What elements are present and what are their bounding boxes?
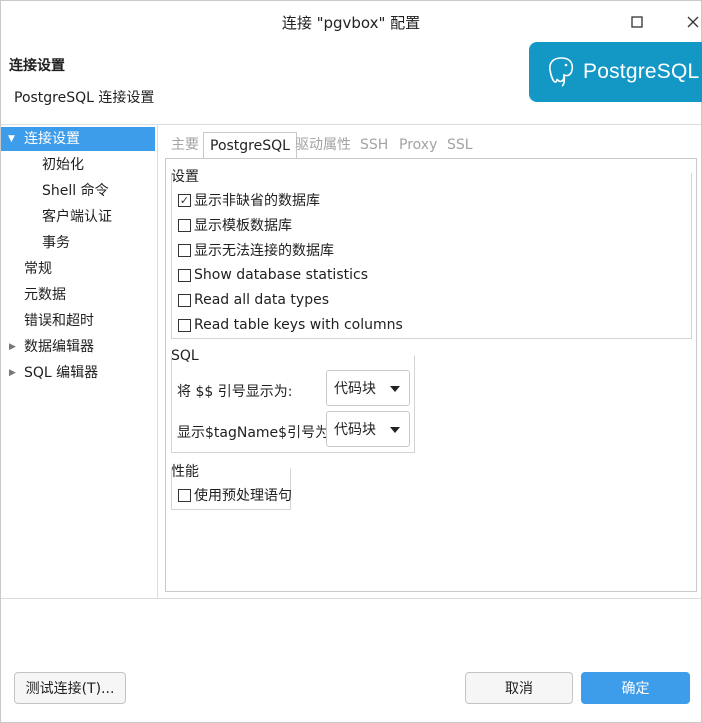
tree-item-data-editor[interactable]: ▶ 数据编辑器 — [1, 335, 155, 359]
tree-item-label: Shell 命令 — [42, 183, 109, 199]
tree-item-errors-timeouts[interactable]: 错误和超时 — [24, 309, 94, 333]
tab-proxy[interactable]: Proxy — [399, 132, 437, 158]
expand-arrow-icon[interactable]: ▶ — [9, 361, 16, 385]
tree-item-client-auth[interactable]: 客户端认证 — [42, 205, 112, 229]
tree-item-sql-editor[interactable]: ▶ SQL 编辑器 — [1, 361, 155, 385]
tree-item-label: 客户端认证 — [42, 209, 112, 225]
window-title: 连接 "pgvbox" 配置 — [281, 14, 421, 32]
tag-quote-select[interactable]: 代码块 — [326, 411, 410, 447]
dollar-quote-label: 将 $$ 引号显示为: — [177, 384, 293, 400]
tree-item-label: SQL 编辑器 — [24, 365, 99, 381]
tree-item-label: 元数据 — [24, 287, 66, 303]
title-bar: 连接 "pgvbox" 配置 — [1, 1, 701, 43]
option-label: Read all data types — [194, 292, 329, 308]
tab-driver-properties[interactable]: 驱动属性 — [295, 132, 351, 158]
dialog-window: 连接 "pgvbox" 配置 连接设置 PostgreSQL 连接设置 Post… — [0, 0, 702, 723]
option-show-db-statistics[interactable]: Show database statistics — [178, 264, 368, 286]
option-use-prepared-statements[interactable]: 使用预处理语句 — [178, 484, 292, 506]
option-show-template-db[interactable]: 显示模板数据库 — [178, 214, 292, 236]
option-label: 使用预处理语句 — [194, 488, 292, 504]
option-read-table-keys[interactable]: Read table keys with columns — [178, 314, 403, 336]
checkbox-checked-icon[interactable]: ✓ — [178, 193, 191, 207]
checkbox-icon[interactable] — [178, 268, 191, 282]
checkbox-icon[interactable] — [178, 243, 191, 257]
option-label: 显示模板数据库 — [194, 218, 292, 234]
tab-ssl[interactable]: SSL — [447, 132, 473, 158]
ok-button[interactable]: 确定 — [581, 672, 690, 704]
select-value: 代码块 — [334, 422, 376, 438]
tree-item-label: 连接设置 — [24, 131, 80, 147]
expand-arrow-icon[interactable]: ▶ — [9, 335, 16, 359]
tree-item-metadata[interactable]: 元数据 — [24, 283, 66, 307]
minimize-icon[interactable] — [625, 10, 649, 34]
option-label: Read table keys with columns — [194, 317, 403, 333]
select-value: 代码块 — [334, 381, 376, 397]
option-label: 显示无法连接的数据库 — [194, 243, 334, 259]
cancel-button[interactable]: 取消 — [465, 672, 573, 704]
postgresql-logo: PostgreSQL — [529, 42, 702, 102]
tree-item-connection-settings[interactable]: ▼ 连接设置 — [1, 127, 155, 151]
logo-text: PostgreSQL — [583, 60, 700, 83]
tab-ssh[interactable]: SSH — [360, 132, 388, 158]
checkbox-icon[interactable] — [178, 293, 191, 307]
expand-arrow-icon[interactable]: ▼ — [8, 127, 15, 151]
checkbox-icon[interactable] — [178, 218, 191, 232]
option-label: 显示非缺省的数据库 — [194, 193, 320, 209]
elephant-icon — [549, 57, 574, 87]
tab-content-panel: 设置 ✓ 显示非缺省的数据库 显示模板数据库 显示无法连接的数据库 Show d… — [165, 158, 697, 592]
tree-item-transactions[interactable]: 事务 — [42, 231, 70, 255]
tab-main[interactable]: 主要 — [171, 132, 199, 158]
option-show-unavailable-db[interactable]: 显示无法连接的数据库 — [178, 239, 334, 261]
dropdown-caret-icon — [390, 386, 400, 392]
page-title: 连接设置 — [9, 58, 65, 74]
checkbox-icon[interactable] — [178, 318, 191, 332]
close-icon[interactable] — [681, 10, 702, 34]
option-show-non-default-db[interactable]: ✓ 显示非缺省的数据库 — [178, 189, 320, 211]
dropdown-caret-icon — [390, 427, 400, 433]
checkbox-icon[interactable] — [178, 488, 191, 502]
tree-item-label: 事务 — [42, 235, 70, 251]
tree-item-label: 常规 — [24, 261, 52, 277]
tab-postgresql[interactable]: PostgreSQL — [203, 132, 297, 159]
tree-item-label: 初始化 — [42, 157, 84, 173]
option-label: Show database statistics — [194, 267, 368, 283]
settings-tree: ▼ 连接设置 初始化 Shell 命令 客户端认证 事务 常规 元数据 错误和超… — [1, 125, 158, 598]
page-subtitle: PostgreSQL 连接设置 — [14, 90, 155, 106]
tree-item-init[interactable]: 初始化 — [42, 153, 84, 177]
tree-item-shell-commands[interactable]: Shell 命令 — [42, 179, 109, 203]
tree-item-general[interactable]: 常规 — [24, 257, 52, 281]
footer-divider — [1, 598, 701, 599]
option-read-all-data-types[interactable]: Read all data types — [178, 289, 329, 311]
tree-item-label: 数据编辑器 — [24, 339, 94, 355]
dollar-quote-select[interactable]: 代码块 — [326, 370, 410, 406]
tag-quote-label: 显示$tagName$引号为: — [177, 425, 334, 441]
test-connection-button[interactable]: 测试连接(T)... — [14, 672, 126, 704]
tree-item-label: 错误和超时 — [24, 313, 94, 329]
